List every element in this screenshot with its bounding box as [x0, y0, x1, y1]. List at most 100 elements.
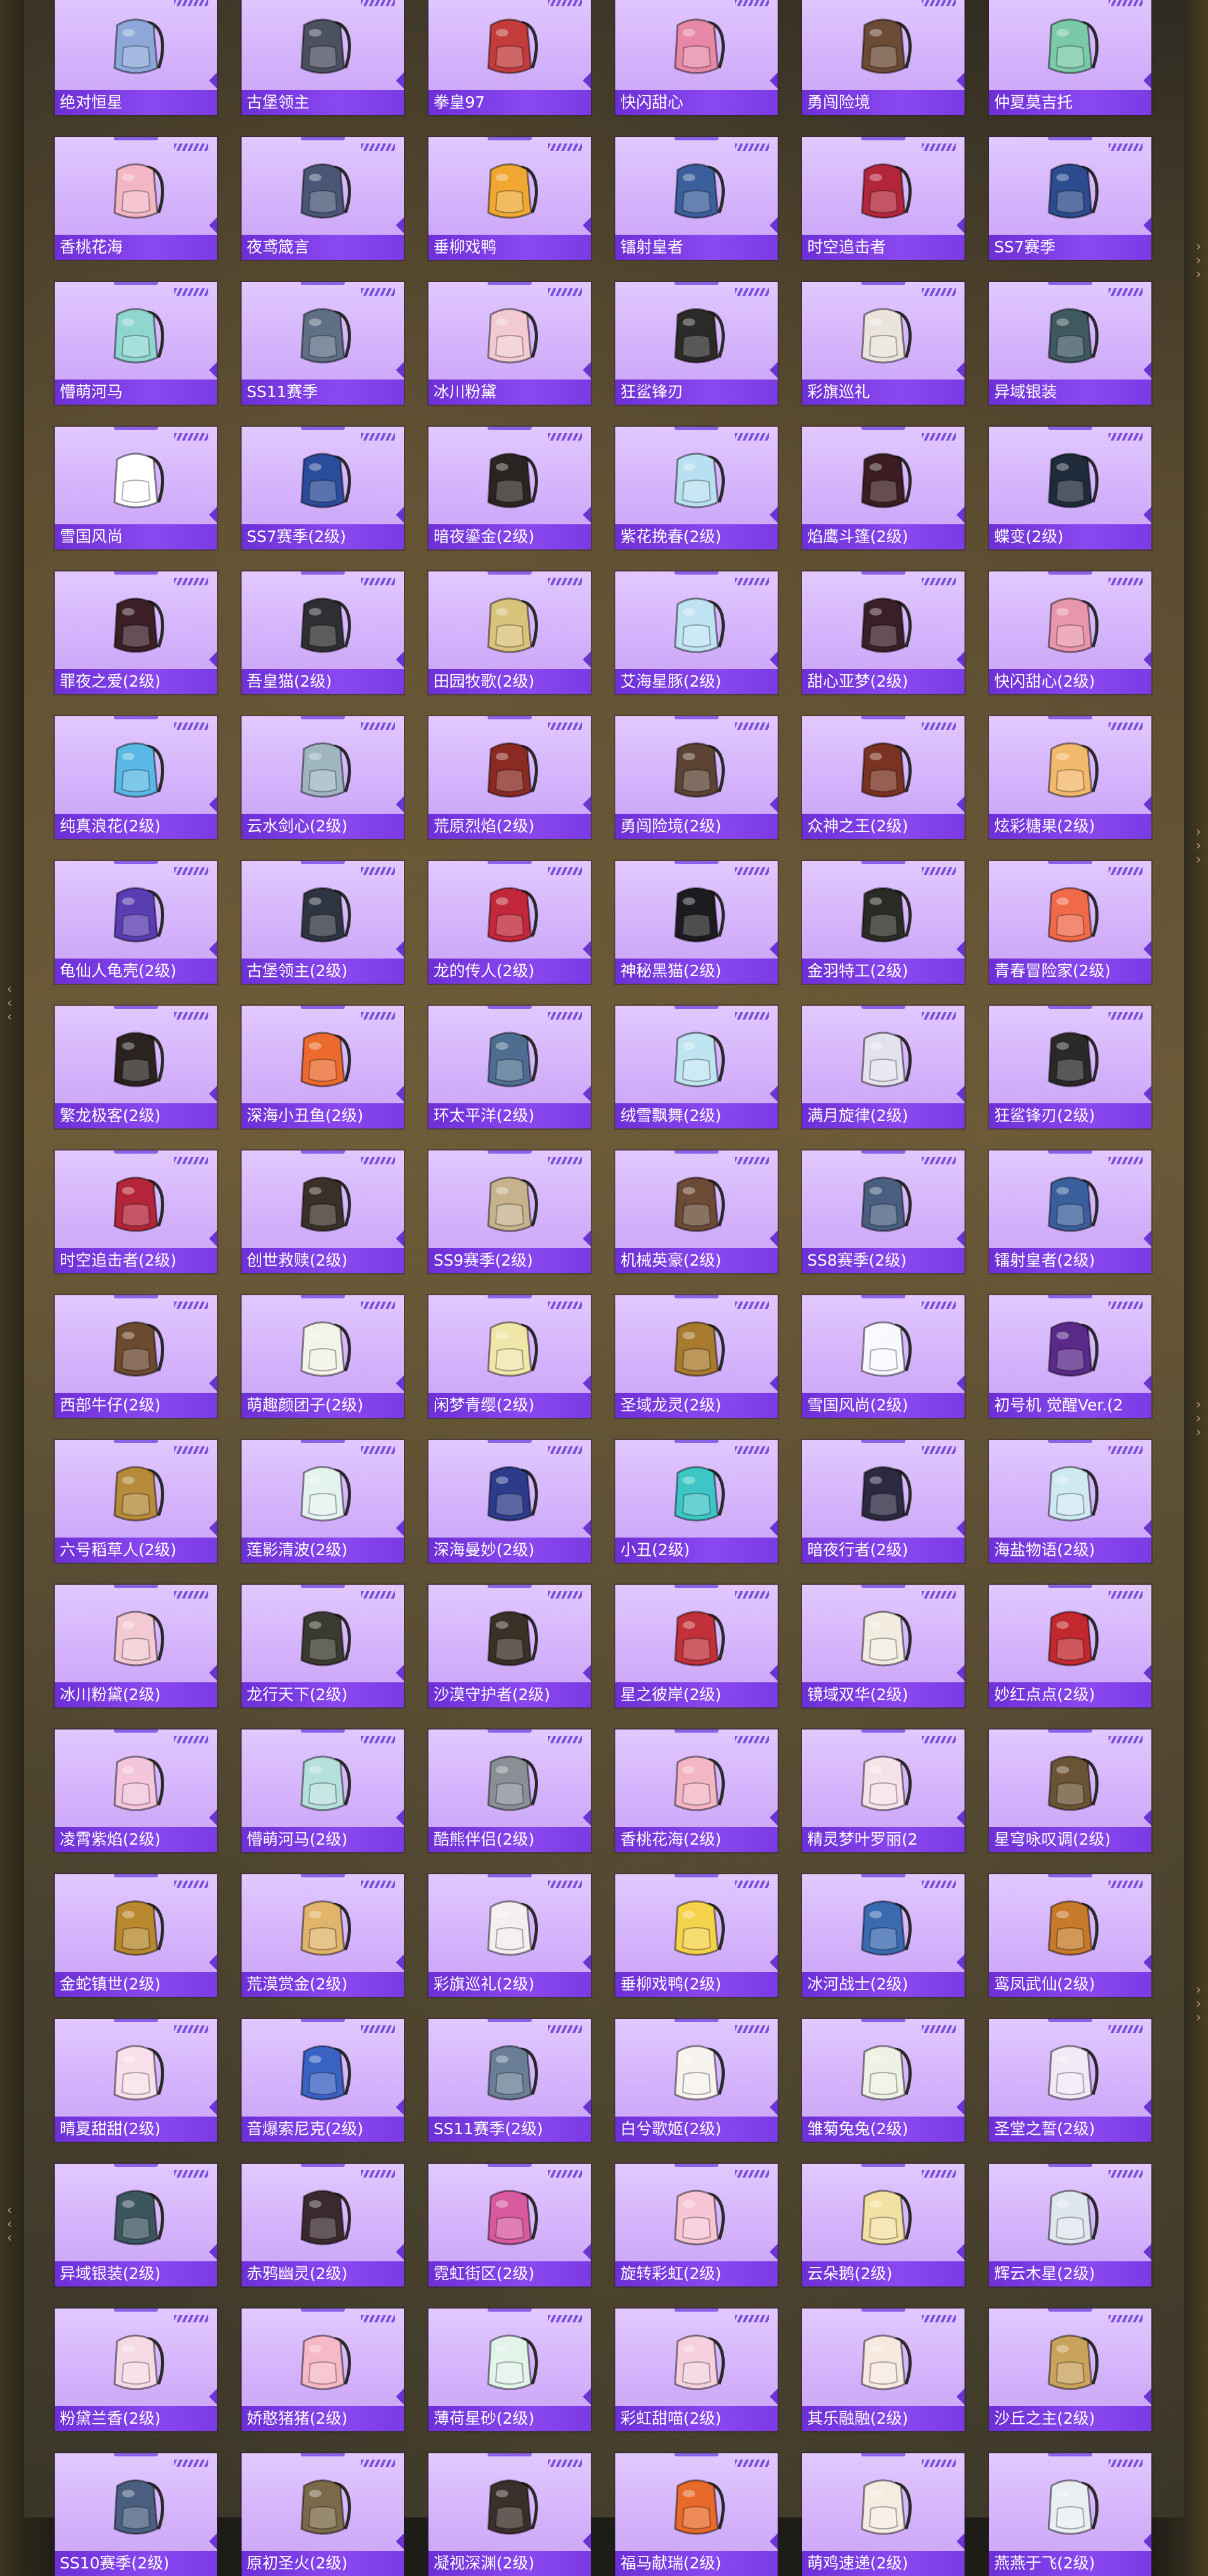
backpack-card[interactable]: 绒雪飘舞(2级): [615, 1006, 778, 1128]
backpack-card[interactable]: 妙红点点(2级): [989, 1585, 1151, 1707]
backpack-card[interactable]: 音爆索尼克(2级): [242, 2019, 404, 2142]
backpack-card[interactable]: 闲梦青缨(2级): [428, 1295, 591, 1418]
backpack-card[interactable]: 勇闯险境(2级): [615, 716, 778, 839]
backpack-card[interactable]: 吾皇猫(2级): [242, 571, 404, 694]
backpack-card[interactable]: 鸾凤武仙(2级): [989, 1874, 1151, 1997]
backpack-card[interactable]: 凝视深渊(2级): [428, 2453, 591, 2576]
backpack-card[interactable]: 晴夏甜甜(2级): [55, 2019, 217, 2142]
backpack-card[interactable]: 创世救赎(2级): [242, 1150, 404, 1273]
backpack-card[interactable]: 萌鸡速递(2级): [802, 2453, 965, 2576]
backpack-card[interactable]: 冰川粉黛: [428, 282, 591, 405]
backpack-card[interactable]: 艾海星豚(2级): [615, 571, 778, 694]
backpack-card[interactable]: 星穹咏叹调(2级): [989, 1730, 1151, 1852]
backpack-card[interactable]: 雪国风尚: [55, 427, 217, 549]
backpack-card[interactable]: 雏菊兔兔(2级): [802, 2019, 965, 2142]
backpack-card[interactable]: 霓虹街区(2级): [428, 2164, 591, 2286]
backpack-card[interactable]: 时空追击者: [802, 137, 965, 260]
backpack-card[interactable]: 暗夜鎏金(2级): [428, 427, 591, 549]
backpack-card[interactable]: 六号稻草人(2级): [55, 1440, 217, 1563]
backpack-card[interactable]: 萌趣颜团子(2级): [242, 1295, 404, 1418]
backpack-card[interactable]: 娇憨猪猪(2级): [242, 2309, 404, 2431]
backpack-card[interactable]: 龙的传人(2级): [428, 861, 591, 984]
backpack-card[interactable]: 云水剑心(2级): [242, 716, 404, 839]
backpack-card[interactable]: 深海曼妙(2级): [428, 1440, 591, 1563]
backpack-card[interactable]: SS8赛季(2级): [802, 1150, 965, 1273]
backpack-card[interactable]: 龟仙人龟壳(2级): [55, 861, 217, 984]
backpack-card[interactable]: 雪国风尚(2级): [802, 1295, 965, 1418]
backpack-card[interactable]: 青春冒险家(2级): [989, 861, 1151, 984]
backpack-card[interactable]: 暗夜行者(2级): [802, 1440, 965, 1563]
backpack-card[interactable]: SS9赛季(2级): [428, 1150, 591, 1273]
backpack-card[interactable]: 快闪甜心(2级): [989, 571, 1151, 694]
backpack-card[interactable]: 香桃花海: [55, 137, 217, 260]
backpack-card[interactable]: 仲夏莫吉托: [989, 0, 1151, 115]
backpack-card[interactable]: 甜心亚梦(2级): [802, 571, 965, 694]
backpack-card[interactable]: 冰河战士(2级): [802, 1874, 965, 1997]
backpack-card[interactable]: 神秘黑猫(2级): [615, 861, 778, 984]
backpack-card[interactable]: 圣堂之誓(2级): [989, 2019, 1151, 2142]
backpack-card[interactable]: 旋转彩虹(2级): [615, 2164, 778, 2286]
backpack-card[interactable]: SS10赛季(2级): [55, 2453, 217, 2576]
backpack-card[interactable]: 垂柳戏鸭(2级): [615, 1874, 778, 1997]
backpack-card[interactable]: 其乐融融(2级): [802, 2309, 965, 2431]
backpack-card[interactable]: 金羽特工(2级): [802, 861, 965, 984]
backpack-card[interactable]: SS7赛季: [989, 137, 1151, 260]
backpack-card[interactable]: 白兮歌姬(2级): [615, 2019, 778, 2142]
backpack-card[interactable]: 夜鸢箴言: [242, 137, 404, 260]
backpack-card[interactable]: 初号机 觉醒Ver.(2: [989, 1295, 1151, 1418]
backpack-card[interactable]: 狂鲨锋刃: [615, 282, 778, 405]
backpack-card[interactable]: 冰川粉黛(2级): [55, 1585, 217, 1707]
backpack-card[interactable]: 懵萌河马: [55, 282, 217, 405]
backpack-card[interactable]: 沙漠守护者(2级): [428, 1585, 591, 1707]
backpack-card[interactable]: SS11赛季(2级): [428, 2019, 591, 2142]
backpack-card[interactable]: 深海小丑鱼(2级): [242, 1006, 404, 1128]
backpack-card[interactable]: 镜域双华(2级): [802, 1585, 965, 1707]
backpack-card[interactable]: 田园牧歌(2级): [428, 571, 591, 694]
backpack-card[interactable]: 环太平洋(2级): [428, 1006, 591, 1128]
backpack-card[interactable]: 福马献瑞(2级): [615, 2453, 778, 2576]
backpack-card[interactable]: 彩虹甜喵(2级): [615, 2309, 778, 2431]
backpack-card[interactable]: 圣域龙灵(2级): [615, 1295, 778, 1418]
backpack-card[interactable]: SS7赛季(2级): [242, 427, 404, 549]
backpack-card[interactable]: 紫花挽春(2级): [615, 427, 778, 549]
backpack-card[interactable]: 蝶变(2级): [989, 427, 1151, 549]
backpack-card[interactable]: 酷熊伴侣(2级): [428, 1730, 591, 1852]
backpack-card[interactable]: 镭射皇者: [615, 137, 778, 260]
backpack-card[interactable]: 荒原烈焰(2级): [428, 716, 591, 839]
backpack-card[interactable]: 辉云木星(2级): [989, 2164, 1151, 2286]
backpack-card[interactable]: 薄荷星砂(2级): [428, 2309, 591, 2431]
backpack-card[interactable]: 荒漠赏金(2级): [242, 1874, 404, 1997]
backpack-card[interactable]: 焰鹰斗篷(2级): [802, 427, 965, 549]
backpack-card[interactable]: 勇闯险境: [802, 0, 965, 115]
backpack-card[interactable]: 时空追击者(2级): [55, 1150, 217, 1273]
backpack-card[interactable]: 狂鲨锋刃(2级): [989, 1006, 1151, 1128]
backpack-card[interactable]: 古堡领主(2级): [242, 861, 404, 984]
backpack-card[interactable]: 古堡领主: [242, 0, 404, 115]
backpack-card[interactable]: 凌霄紫焰(2级): [55, 1730, 217, 1852]
backpack-card[interactable]: 彩旗巡礼(2级): [428, 1874, 591, 1997]
backpack-card[interactable]: 拳皇97: [428, 0, 591, 115]
backpack-card[interactable]: 机械英豪(2级): [615, 1150, 778, 1273]
backpack-card[interactable]: 镭射皇者(2级): [989, 1150, 1151, 1273]
backpack-card[interactable]: 纯真浪花(2级): [55, 716, 217, 839]
backpack-card[interactable]: 原初圣火(2级): [242, 2453, 404, 2576]
backpack-card[interactable]: SS11赛季: [242, 282, 404, 405]
backpack-card[interactable]: 海盐物语(2级): [989, 1440, 1151, 1563]
backpack-card[interactable]: 炫彩糖果(2级): [989, 716, 1151, 839]
backpack-card[interactable]: 满月旋律(2级): [802, 1006, 965, 1128]
backpack-card[interactable]: 绝对恒星: [55, 0, 217, 115]
backpack-card[interactable]: 金蛇镇世(2级): [55, 1874, 217, 1997]
backpack-card[interactable]: 星之彼岸(2级): [615, 1585, 778, 1707]
backpack-card[interactable]: 粉黛兰香(2级): [55, 2309, 217, 2431]
backpack-card[interactable]: 罪夜之爱(2级): [55, 571, 217, 694]
backpack-card[interactable]: 沙丘之主(2级): [989, 2309, 1151, 2431]
backpack-card[interactable]: 快闪甜心: [615, 0, 778, 115]
backpack-card[interactable]: 小丑(2级): [615, 1440, 778, 1563]
backpack-card[interactable]: 西部牛仔(2级): [55, 1295, 217, 1418]
backpack-card[interactable]: 繁龙极客(2级): [55, 1006, 217, 1128]
backpack-card[interactable]: 懵萌河马(2级): [242, 1730, 404, 1852]
backpack-card[interactable]: 赤鸦幽灵(2级): [242, 2164, 404, 2286]
backpack-card[interactable]: 莲影清波(2级): [242, 1440, 404, 1563]
backpack-card[interactable]: 众神之王(2级): [802, 716, 965, 839]
backpack-card[interactable]: 香桃花海(2级): [615, 1730, 778, 1852]
